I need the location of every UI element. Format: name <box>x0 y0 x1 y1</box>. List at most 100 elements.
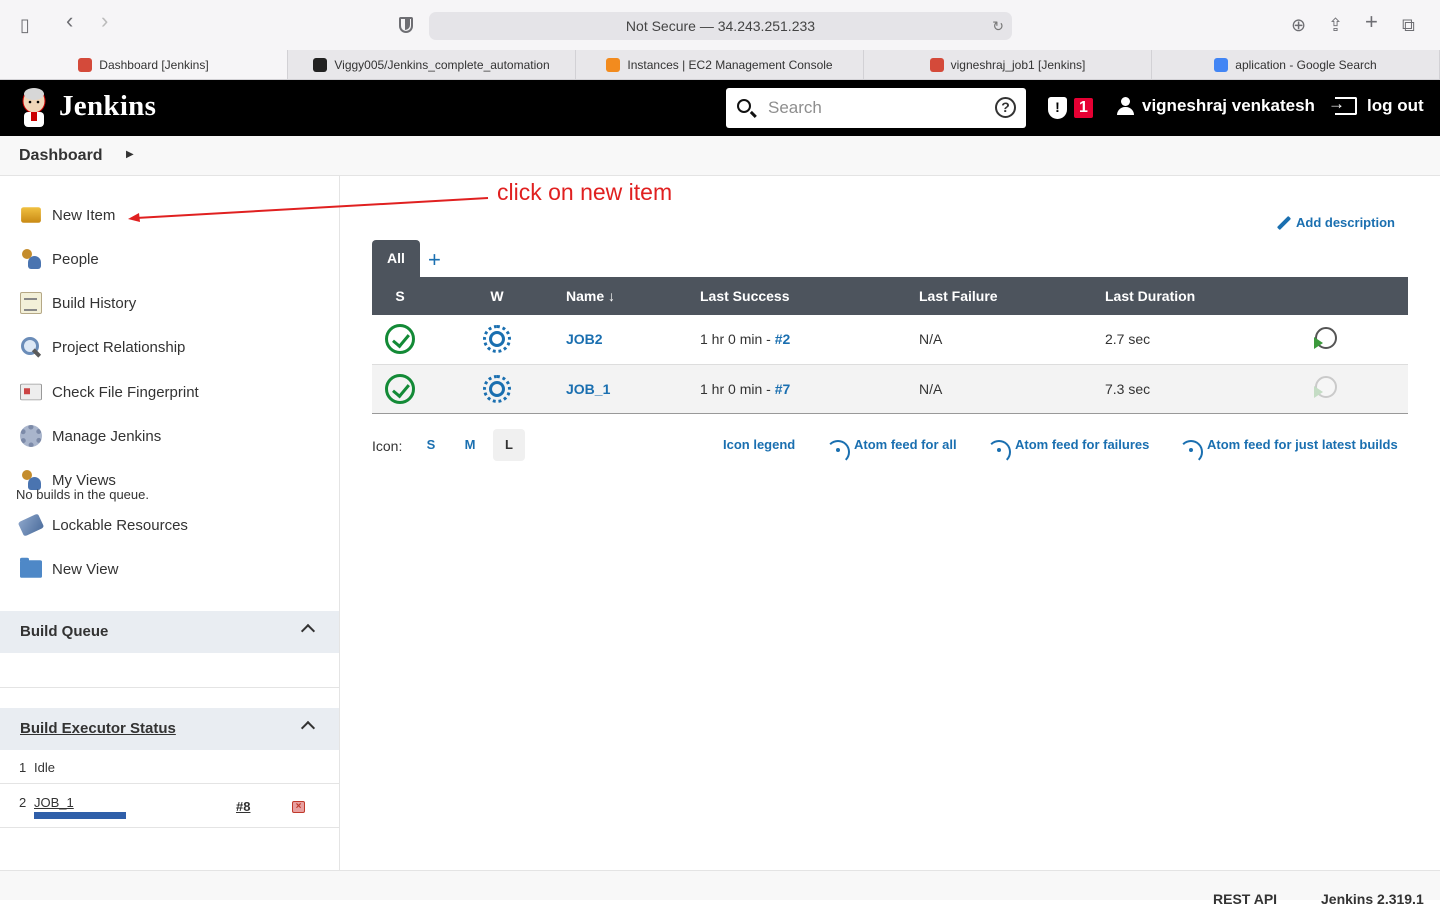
sidebar-item-new-item[interactable]: New Item <box>20 203 115 227</box>
jenkins-logo-icon[interactable] <box>19 88 49 128</box>
atom-feed-latest-link[interactable]: Atom feed for just latest builds <box>1189 437 1398 452</box>
pencil-icon <box>1276 215 1292 230</box>
search-input[interactable] <box>768 96 983 120</box>
build-queue-title[interactable]: Build Queue <box>20 623 108 640</box>
last-duration: 2.7 sec <box>1105 331 1151 348</box>
new-tab-icon[interactable]: + <box>1365 11 1378 33</box>
icon-size-label: Icon: <box>372 438 403 454</box>
sidebar-item-label: New Item <box>52 206 116 224</box>
add-description-link[interactable]: Add description <box>1276 215 1395 230</box>
back-icon[interactable]: ‹ <box>66 10 73 32</box>
share-icon[interactable]: ⇪ <box>1328 15 1343 35</box>
sidebar-item-lockable-resources[interactable]: Lockable Resources <box>17 513 188 537</box>
security-alert-icon[interactable]: ! <box>1048 97 1067 119</box>
executor-1-status: Idle <box>34 760 55 775</box>
sidebar-toggle-icon[interactable]: ▯ <box>20 15 30 35</box>
stop-build-icon[interactable]: × <box>292 801 305 813</box>
disk-icon <box>17 513 45 537</box>
schedule-build-icon[interactable] <box>1314 376 1337 398</box>
browser-tab-label: Dashboard [Jenkins] <box>99 57 209 72</box>
success-check-icon <box>385 373 415 404</box>
reload-icon[interactable]: ↻ <box>992 12 1004 40</box>
favicon-icon <box>313 57 328 72</box>
col-status[interactable]: S <box>372 277 428 315</box>
breadcrumb-dashboard[interactable]: Dashboard <box>19 147 103 165</box>
col-weather[interactable]: W <box>428 277 566 315</box>
annotation-text: click on new item <box>497 179 673 205</box>
table-row: JOB2 1 hr 0 min - #2 N/A 2.7 sec <box>372 315 1408 365</box>
executor-2-job-link[interactable]: JOB_1 <box>34 795 74 810</box>
browser-tabs: Dashboard [Jenkins] Viggy005/Jenkins_comp… <box>0 50 1440 80</box>
browser-tab[interactable]: Dashboard [Jenkins] <box>0 50 288 79</box>
sidebar-item-people[interactable]: People <box>20 247 99 271</box>
icon-size-medium[interactable]: M <box>454 429 486 461</box>
forward-icon[interactable]: › <box>101 10 108 32</box>
privacy-shield-icon[interactable] <box>399 17 413 33</box>
sidebar-item-project-relationship[interactable]: Project Relationship <box>20 335 185 359</box>
atom-feed-all-link[interactable]: Atom feed for all <box>836 437 957 452</box>
rest-api-link[interactable]: REST API <box>1213 891 1277 907</box>
icon-size-small[interactable]: S <box>415 429 447 461</box>
col-last-failure[interactable]: Last Failure <box>919 277 1105 315</box>
logout-link[interactable]: log out <box>1328 94 1424 116</box>
schedule-build-icon[interactable] <box>1314 326 1337 349</box>
sidebar-item-label: My Views <box>52 471 116 489</box>
sidebar-item-manage-jenkins[interactable]: Manage Jenkins <box>20 424 161 448</box>
job-name-link[interactable]: JOB2 <box>566 331 603 347</box>
sidebar-item-label: Check File Fingerprint <box>52 383 199 401</box>
jenkins-title[interactable]: Jenkins <box>59 90 156 123</box>
atom-feed-all-label: Atom feed for all <box>854 437 957 452</box>
browser-toolbar: ▯ ‹ › Not Secure — 34.243.251.233 ↻ ⊕ ⇪ … <box>0 0 1440 50</box>
tab-overview-icon[interactable]: ⧉ <box>1402 15 1415 35</box>
browser-tab[interactable]: aplication - Google Search <box>1152 50 1440 79</box>
last-duration: 7.3 sec <box>1105 380 1151 397</box>
notepad-icon <box>20 292 42 314</box>
executor-1-num: 1 <box>19 760 27 775</box>
tab-all[interactable]: All <box>372 240 420 277</box>
new-item-icon <box>21 207 41 223</box>
user-link[interactable]: vigneshraj venkatesh <box>1117 96 1315 116</box>
collapse-chevron-icon[interactable] <box>300 623 316 639</box>
magnifier-icon <box>20 336 42 358</box>
browser-tab[interactable]: Instances | EC2 Management Console <box>576 50 864 79</box>
col-last-duration[interactable]: Last Duration <box>1105 277 1301 315</box>
last-success-build-link[interactable]: #2 <box>775 331 791 347</box>
col-name[interactable]: Name ↓ <box>566 277 700 315</box>
executor-2-build-link[interactable]: #8 <box>236 799 250 814</box>
breadcrumb: Dashboard ▶ <box>0 136 1440 176</box>
rss-icon <box>836 438 850 452</box>
browser-tab[interactable]: vigneshraj_job1 [Jenkins] <box>864 50 1152 79</box>
success-check-icon <box>385 324 415 355</box>
folder-icon <box>20 557 42 578</box>
logout-label: log out <box>1367 96 1424 115</box>
alert-count-badge[interactable]: 1 <box>1074 98 1093 118</box>
sidebar-item-build-history[interactable]: Build History <box>20 291 136 315</box>
executor-progress-bar[interactable] <box>34 812 126 819</box>
help-icon[interactable]: ? <box>995 97 1016 118</box>
executor-title[interactable]: Build Executor Status <box>20 720 176 737</box>
job-name-link[interactable]: JOB_1 <box>566 381 610 397</box>
icon-size-large[interactable]: L <box>493 429 525 461</box>
address-bar[interactable]: Not Secure — 34.243.251.233 ↻ <box>429 12 1012 40</box>
breadcrumb-chevron-icon[interactable]: ▶ <box>126 149 134 160</box>
sidebar-item-new-view[interactable]: New View <box>20 557 118 581</box>
icon-legend-link[interactable]: Icon legend <box>723 437 795 452</box>
last-success-time: 1 hr 0 min - <box>700 380 775 397</box>
download-icon[interactable]: ⊕ <box>1291 15 1306 35</box>
sunny-weather-icon <box>483 325 511 354</box>
jenkins-version-link[interactable]: Jenkins 2.319.1 <box>1321 891 1424 907</box>
col-last-success[interactable]: Last Success <box>700 277 919 315</box>
favicon-icon <box>929 57 944 72</box>
sidebar-item-label: Build History <box>52 294 137 312</box>
last-success-build-link[interactable]: #7 <box>775 381 791 397</box>
collapse-chevron-icon[interactable] <box>300 720 316 736</box>
sidebar-item-label: Project Relationship <box>52 338 186 356</box>
sidebar-item-check-file-fingerprint[interactable]: Check File Fingerprint <box>20 380 199 404</box>
atom-feed-failures-link[interactable]: Atom feed for failures <box>997 437 1149 452</box>
table-row: JOB_1 1 hr 0 min - #7 N/A 7.3 sec <box>372 364 1408 414</box>
browser-tab-label: vigneshraj_job1 [Jenkins] <box>950 57 1086 72</box>
divider <box>0 687 339 688</box>
executor-2-num: 2 <box>19 795 27 810</box>
browser-tab[interactable]: Viggy005/Jenkins_complete_automation <box>288 50 576 79</box>
add-view-tab[interactable]: + <box>428 247 441 273</box>
